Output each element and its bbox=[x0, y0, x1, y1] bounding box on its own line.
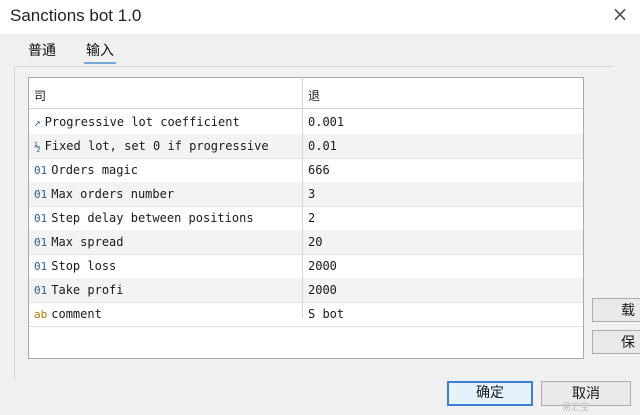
parameter-name: 01 Max orders number bbox=[34, 182, 302, 206]
parameter-row[interactable]: 01 Max spread 20 bbox=[29, 230, 583, 255]
tab-general[interactable]: 普通 bbox=[28, 40, 56, 60]
parameter-label: Progressive lot coefficient bbox=[44, 115, 240, 129]
integer-icon: 01 bbox=[34, 260, 48, 273]
save-button[interactable]: 保 bbox=[592, 330, 640, 354]
window-title: Sanctions bot 1.0 bbox=[10, 6, 142, 25]
parameter-label: comment bbox=[51, 307, 102, 321]
parameter-row[interactable]: ½ Fixed lot, set 0 if progressive 0.01 bbox=[29, 134, 583, 159]
close-icon[interactable]: × bbox=[608, 2, 632, 26]
fraction-icon: ½ bbox=[34, 140, 41, 153]
parameter-row[interactable]: ↗ Progressive lot coefficient 0.001 bbox=[29, 110, 583, 135]
parameter-value[interactable]: 20 bbox=[308, 230, 578, 254]
parameter-value[interactable]: 3 bbox=[308, 182, 578, 206]
header-value[interactable]: 退 bbox=[308, 84, 578, 108]
ok-button[interactable]: 确定 bbox=[447, 381, 533, 406]
watermark-text: 易汇宝 bbox=[562, 403, 590, 413]
parameter-name: 01 Stop loss bbox=[34, 254, 302, 278]
parameter-value[interactable]: 2 bbox=[308, 206, 578, 230]
parameter-label: Stop loss bbox=[51, 259, 117, 273]
parameter-row[interactable]: 01 Stop loss 2000 bbox=[29, 254, 583, 279]
tab-input-label: 输入 bbox=[86, 43, 114, 59]
parameter-label: Max orders number bbox=[51, 187, 175, 201]
parameter-name: 01 Orders magic bbox=[34, 158, 302, 182]
parameter-label: Step delay between positions bbox=[51, 211, 254, 225]
integer-icon: 01 bbox=[34, 236, 48, 249]
integer-icon: 01 bbox=[34, 164, 48, 177]
header-separator bbox=[29, 108, 583, 109]
parameter-name: 01 Take profi bbox=[34, 278, 302, 302]
parameter-row[interactable]: 01 Take profi 2000 bbox=[29, 278, 583, 303]
parameter-value[interactable]: 2000 bbox=[308, 254, 578, 278]
parameter-value[interactable]: 666 bbox=[308, 158, 578, 182]
load-button[interactable]: 载 bbox=[592, 298, 640, 322]
parameter-row[interactable]: 01 Orders magic 666 bbox=[29, 158, 583, 183]
string-icon: ab bbox=[34, 308, 48, 321]
parameter-row[interactable]: 01 Step delay between positions 2 bbox=[29, 206, 583, 231]
inputs-grid: 司 退 ↗ Progressive lot coefficient 0.001 ½ Fi… bbox=[28, 77, 584, 359]
parameter-value[interactable]: S bot bbox=[308, 302, 578, 326]
parameter-row[interactable]: 01 Max orders number 3 bbox=[29, 182, 583, 207]
parameter-label: Orders magic bbox=[51, 163, 138, 177]
tab-input[interactable]: 输入 bbox=[84, 40, 116, 64]
selected-tab-indicator bbox=[84, 62, 116, 64]
parameter-name: ab comment bbox=[34, 302, 302, 326]
parameter-value[interactable]: 0.001 bbox=[308, 110, 578, 134]
title-bar: Sanctions bot 1.0 × bbox=[0, 0, 640, 34]
integer-icon: 01 bbox=[34, 188, 48, 201]
integer-icon: 01 bbox=[34, 212, 48, 225]
parameter-label: Max spread bbox=[51, 235, 124, 249]
parameter-name: ↗ Progressive lot coefficient bbox=[34, 110, 302, 134]
parameter-label: Fixed lot, set 0 if progressive bbox=[44, 139, 269, 153]
column-separator bbox=[302, 78, 303, 318]
parameter-value[interactable]: 2000 bbox=[308, 278, 578, 302]
header-variable[interactable]: 司 bbox=[34, 84, 302, 108]
grid-header: 司 退 bbox=[29, 84, 583, 108]
parameter-name: 01 Max spread bbox=[34, 230, 302, 254]
parameter-name: 01 Step delay between positions bbox=[34, 206, 302, 230]
parameter-label: Take profi bbox=[51, 283, 124, 297]
parameter-value[interactable]: 0.01 bbox=[308, 134, 578, 158]
parameter-name: ½ Fixed lot, set 0 if progressive bbox=[34, 134, 302, 158]
integer-icon: 01 bbox=[34, 284, 48, 297]
pi-ratio-icon: ↗ bbox=[34, 116, 41, 129]
parameter-row[interactable]: ab comment S bot bbox=[29, 302, 583, 327]
